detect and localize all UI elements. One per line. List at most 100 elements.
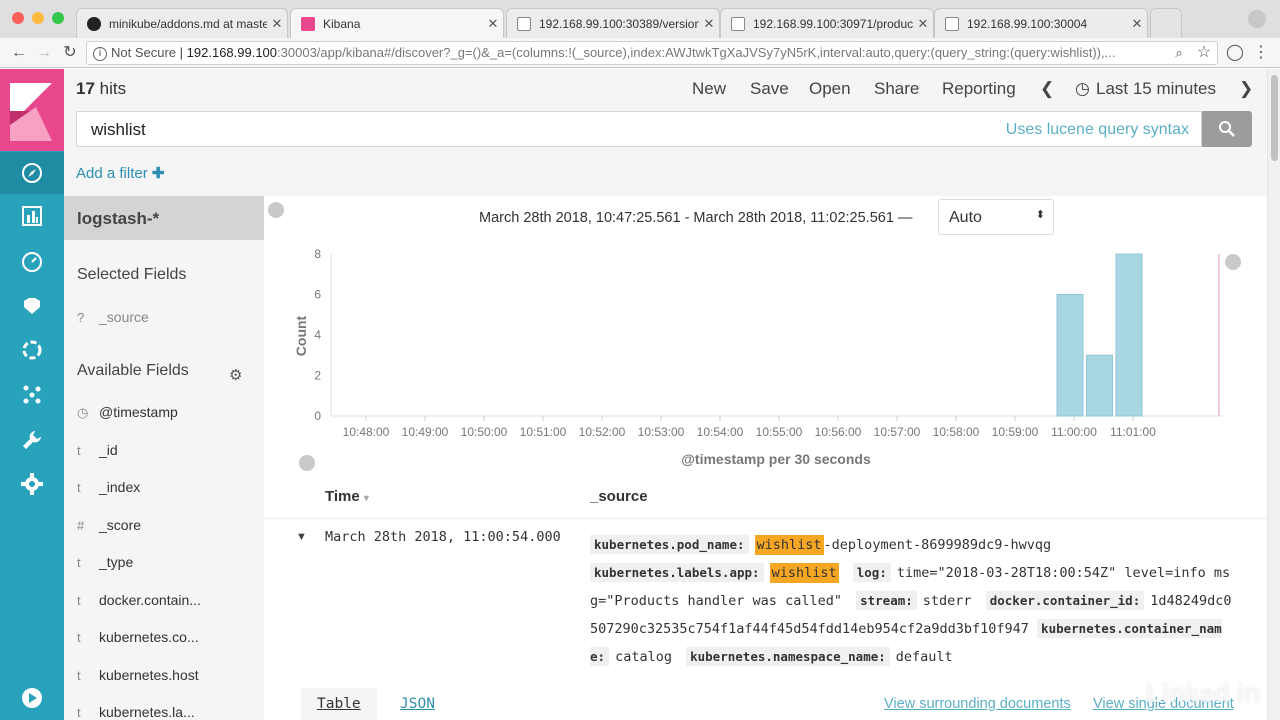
nav-graph[interactable] xyxy=(0,373,64,415)
url-path: :30003/app/kibana#/discover?_g=()&_a=(co… xyxy=(277,45,1116,60)
back-arrow-icon[interactable]: ← xyxy=(8,42,30,64)
histogram-bar[interactable] xyxy=(1115,253,1143,417)
browser-tab-products[interactable]: 192.168.99.100:30971/products ✕ xyxy=(720,8,934,38)
field-item[interactable]: t _index xyxy=(77,479,140,495)
nav-apm[interactable] xyxy=(0,329,64,371)
new-button[interactable]: New xyxy=(692,79,726,99)
index-pattern-selector[interactable]: logstash-* xyxy=(64,196,264,240)
x-tick-label: 10:58:00 xyxy=(933,425,980,439)
reporting-button[interactable]: Reporting xyxy=(942,79,1016,99)
kibana-icon xyxy=(301,16,315,31)
field-item[interactable]: t kubernetes.la... xyxy=(77,704,195,720)
wrench-icon xyxy=(23,431,41,449)
close-icon[interactable]: ✕ xyxy=(483,16,503,32)
menu-icon[interactable]: ⋮ xyxy=(1250,42,1272,64)
source-key: kubernetes.labels.app: xyxy=(590,563,764,582)
sort-icon[interactable]: ▾ xyxy=(364,493,369,504)
browser-tab-kibana[interactable]: Kibana ✕ xyxy=(290,8,504,38)
field-item[interactable]: t _type xyxy=(77,554,133,570)
collapse-chart-icon[interactable] xyxy=(1225,254,1241,270)
browser-tab-github[interactable]: minikube/addons.md at master ✕ xyxy=(76,8,288,38)
nav-timelion[interactable] xyxy=(0,285,64,327)
histogram-bar[interactable] xyxy=(1056,294,1084,417)
view-surrounding-link[interactable]: View surrounding documents xyxy=(884,696,1071,712)
tab-json[interactable]: JSON xyxy=(384,688,451,720)
share-button[interactable]: Share xyxy=(874,79,919,99)
collapse-chart-icon[interactable] xyxy=(299,455,315,471)
field-item[interactable]: ◷ @timestamp xyxy=(77,404,178,421)
add-filter-button[interactable]: Add a filter ✚ xyxy=(76,164,164,182)
browser-address-bar: ← → ↻ i Not Secure | 192.168.99.100:30003… xyxy=(0,38,1280,68)
field-name: _id xyxy=(99,441,118,458)
field-item[interactable]: # _score xyxy=(77,517,141,533)
open-button[interactable]: Open xyxy=(809,79,851,99)
close-icon[interactable]: ✕ xyxy=(1127,16,1147,32)
histogram-bar[interactable] xyxy=(1086,354,1113,417)
field-item[interactable]: t kubernetes.co... xyxy=(77,629,199,645)
lucene-syntax-link[interactable]: Uses lucene query syntax xyxy=(1006,121,1189,139)
nav-management[interactable] xyxy=(0,463,64,505)
profile-icon[interactable] xyxy=(1248,10,1266,28)
close-window-button[interactable] xyxy=(12,12,24,24)
nav-collapse[interactable] xyxy=(0,677,64,719)
close-icon[interactable]: ✕ xyxy=(267,16,287,32)
minimize-window-button[interactable] xyxy=(32,12,44,24)
nav-dashboard[interactable] xyxy=(0,241,64,283)
query-search-input[interactable]: wishlist Uses lucene query syntax xyxy=(76,111,1202,147)
time-picker-button[interactable]: Last 15 minutes xyxy=(1096,79,1216,99)
forward-arrow-icon[interactable]: → xyxy=(33,42,55,64)
bookmark-star-icon[interactable]: ☆ xyxy=(1193,42,1215,64)
gear-icon xyxy=(21,473,43,495)
histogram-chart[interactable]: 0 2 4 6 8 10:48:00 10:49:00 10:50:00 10:51:00 10:… xyxy=(264,196,1267,476)
field-item[interactable]: t kubernetes.host xyxy=(77,667,199,683)
kibana-logo[interactable] xyxy=(0,69,64,151)
url-input[interactable]: i Not Secure | 192.168.99.100:30003/app/k… xyxy=(86,41,1218,65)
page-icon xyxy=(731,16,745,31)
plus-icon: ✚ xyxy=(151,165,165,182)
browser-tab-bar: minikube/addons.md at master ✕ Kibana ✕ … xyxy=(0,0,1280,38)
field-item[interactable]: t _id xyxy=(77,442,118,458)
row-source: kubernetes.pod_name: wishlist -deployment-… xyxy=(590,531,1235,671)
scrollbar-thumb[interactable] xyxy=(1271,75,1278,161)
new-tab-button[interactable] xyxy=(1150,8,1182,38)
reload-icon[interactable]: ↻ xyxy=(59,42,81,64)
field-type-icon: ? xyxy=(77,310,85,325)
field-item[interactable]: ? _source xyxy=(77,309,149,325)
field-type-icon: ◷ xyxy=(77,405,89,420)
close-icon[interactable]: ✕ xyxy=(699,16,719,32)
field-type-icon: t xyxy=(77,442,81,458)
zoom-icon[interactable]: ⌕ xyxy=(1168,42,1190,64)
tab-table[interactable]: Table xyxy=(301,688,377,720)
x-tick-label: 10:48:00 xyxy=(343,425,390,439)
save-button[interactable]: Save xyxy=(750,79,789,99)
nav-discover[interactable] xyxy=(0,152,64,194)
nav-dev-tools[interactable] xyxy=(0,419,64,461)
maximize-window-button[interactable] xyxy=(52,12,64,24)
y-tick-label: 0 xyxy=(314,409,321,423)
expand-row-icon[interactable]: ▼ xyxy=(296,531,307,543)
y-tick-label: 8 xyxy=(314,247,321,261)
field-item[interactable]: t docker.contain... xyxy=(77,592,201,608)
search-button[interactable] xyxy=(1202,111,1252,147)
row-time: March 28th 2018, 11:00:54.000 xyxy=(325,529,561,545)
field-type-icon: t xyxy=(77,555,81,570)
histogram-panel: March 28th 2018, 10:47:25.561 - March 28… xyxy=(264,196,1267,476)
info-icon[interactable]: i xyxy=(93,46,107,61)
time-column-header[interactable]: Time ▾ xyxy=(325,488,369,505)
nav-visualize[interactable] xyxy=(0,195,64,237)
chevron-right-icon[interactable]: ❯ xyxy=(1239,79,1253,99)
gear-icon[interactable]: ⚙ xyxy=(229,366,242,384)
extension-icon[interactable]: ◯ xyxy=(1224,42,1246,64)
browser-tab-version[interactable]: 192.168.99.100:30389/version ✕ xyxy=(506,8,720,38)
time-column-label: Time xyxy=(325,488,360,505)
field-type-icon: t xyxy=(77,630,81,645)
x-tick-label: 10:57:00 xyxy=(874,425,921,439)
selected-fields-heading: Selected Fields xyxy=(77,266,187,283)
browser-tab-30004[interactable]: 192.168.99.100:30004 ✕ xyxy=(934,8,1148,38)
y-tick-label: 4 xyxy=(314,328,321,342)
page-scrollbar[interactable] xyxy=(1267,69,1280,720)
chevron-left-icon[interactable]: ❮ xyxy=(1040,79,1054,99)
close-icon[interactable]: ✕ xyxy=(913,16,933,32)
tab-title: 192.168.99.100:30004 xyxy=(967,16,1088,31)
document-table-header: Time ▾ _source xyxy=(264,476,1267,516)
